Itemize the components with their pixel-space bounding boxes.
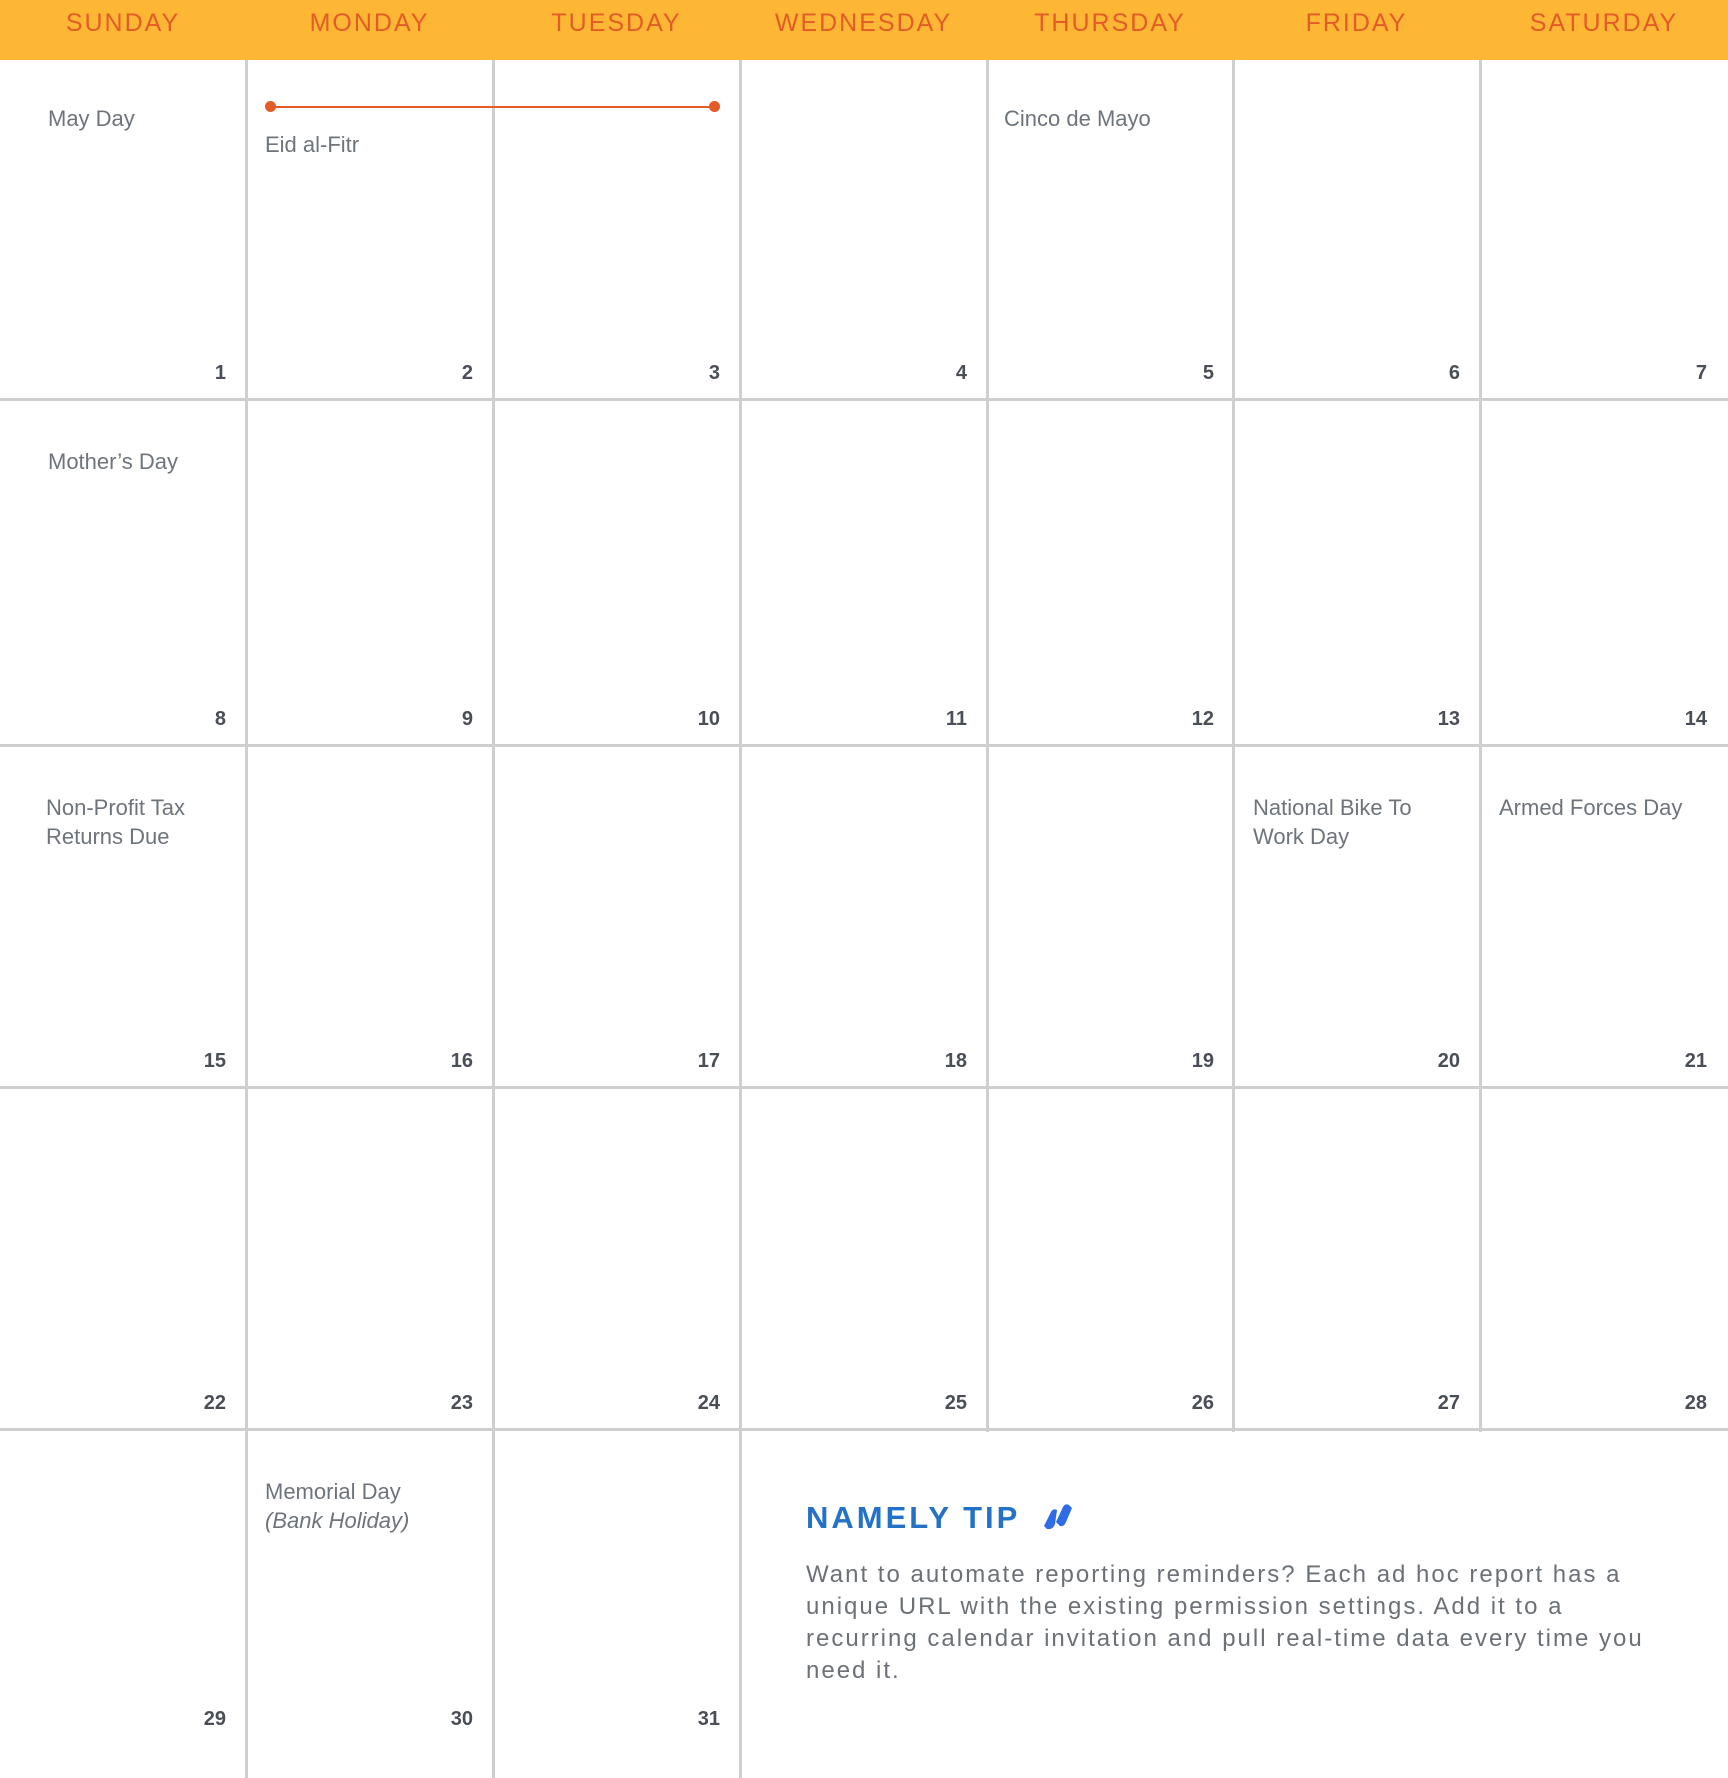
day-header-monday: MONDAY [309, 9, 430, 37]
grid-line [0, 1086, 1728, 1089]
event-line: Memorial Day [265, 1479, 401, 1504]
day-number[interactable]: 5 [1184, 362, 1214, 385]
day-number[interactable]: 13 [1420, 708, 1460, 731]
day-number[interactable]: 11 [927, 708, 967, 731]
event-line: Returns Due [46, 824, 170, 849]
tip-title: NAMELY TIP [806, 1500, 1021, 1535]
day-header-tuesday: TUESDAY [551, 9, 682, 37]
day-header-sunday: SUNDAY [65, 9, 181, 37]
day-number[interactable]: 29 [186, 1708, 226, 1731]
day-number[interactable]: 8 [196, 708, 226, 731]
grid-line [492, 60, 495, 1778]
day-number[interactable]: 2 [443, 362, 473, 385]
day-number[interactable]: 24 [680, 1392, 720, 1415]
day-number[interactable]: 31 [680, 1708, 720, 1731]
day-number[interactable]: 3 [690, 362, 720, 385]
day-number[interactable]: 12 [1174, 708, 1214, 731]
day-number[interactable]: 6 [1430, 362, 1460, 385]
tip-body: Want to automate reporting reminders? Ea… [806, 1561, 1644, 1685]
day-number[interactable]: 10 [680, 708, 720, 731]
day-number[interactable]: 23 [433, 1392, 473, 1415]
event-armed-forces-day[interactable]: Armed Forces Day [1499, 793, 1682, 822]
day-number[interactable]: 14 [1667, 708, 1707, 731]
day-number[interactable]: 4 [937, 362, 967, 385]
event-line: Non-Profit Tax [46, 795, 185, 820]
day-number[interactable]: 7 [1677, 362, 1707, 385]
event-mothers-day[interactable]: Mother’s Day [48, 447, 178, 476]
day-number[interactable]: 28 [1667, 1392, 1707, 1415]
day-number[interactable]: 22 [186, 1392, 226, 1415]
event-line: National Bike To [1253, 795, 1412, 820]
event-memorial-day[interactable]: Memorial Day (Bank Holiday) [265, 1477, 409, 1535]
day-number[interactable]: 9 [443, 708, 473, 731]
day-number[interactable]: 1 [196, 362, 226, 385]
grid-line [0, 1428, 1728, 1431]
day-header-thursday: THURSDAY [1034, 9, 1186, 37]
namely-tip-panel: NAMELY TIP Want to automate reporting re… [806, 1500, 1656, 1687]
multi-day-event-bar[interactable] [267, 106, 716, 108]
grid-line [739, 60, 742, 1778]
day-number[interactable]: 20 [1420, 1050, 1460, 1073]
day-number[interactable]: 30 [433, 1708, 473, 1731]
day-header-friday: FRIDAY [1305, 9, 1408, 37]
event-cinco-de-mayo[interactable]: Cinco de Mayo [1004, 104, 1151, 133]
event-end-dot [709, 101, 720, 112]
day-number[interactable]: 16 [433, 1050, 473, 1073]
day-header-saturday: SATURDAY [1529, 9, 1679, 37]
day-header-wednesday: WEDNESDAY [774, 9, 953, 37]
namely-logo-icon [1041, 1502, 1075, 1537]
day-number[interactable]: 19 [1174, 1050, 1214, 1073]
day-number[interactable]: 27 [1420, 1392, 1460, 1415]
day-number[interactable]: 15 [186, 1050, 226, 1073]
weekday-header: SUNDAY MONDAY TUESDAY WEDNESDAY THURSDAY… [0, 0, 1728, 60]
day-number[interactable]: 21 [1667, 1050, 1707, 1073]
day-number[interactable]: 17 [680, 1050, 720, 1073]
event-subtitle: (Bank Holiday) [265, 1508, 410, 1533]
event-eid-al-fitr[interactable]: Eid al-Fitr [265, 130, 359, 159]
grid-line [245, 60, 248, 1778]
event-bike-to-work[interactable]: National Bike To Work Day [1253, 793, 1412, 851]
day-number[interactable]: 18 [927, 1050, 967, 1073]
grid-line [0, 744, 1728, 747]
grid-line [0, 398, 1728, 401]
event-start-dot [265, 101, 276, 112]
day-number[interactable]: 25 [927, 1392, 967, 1415]
day-number[interactable]: 26 [1174, 1392, 1214, 1415]
event-may-day[interactable]: May Day [48, 104, 135, 133]
event-line: Work Day [1253, 824, 1350, 849]
event-nonprofit-tax[interactable]: Non-Profit Tax Returns Due [46, 793, 185, 851]
